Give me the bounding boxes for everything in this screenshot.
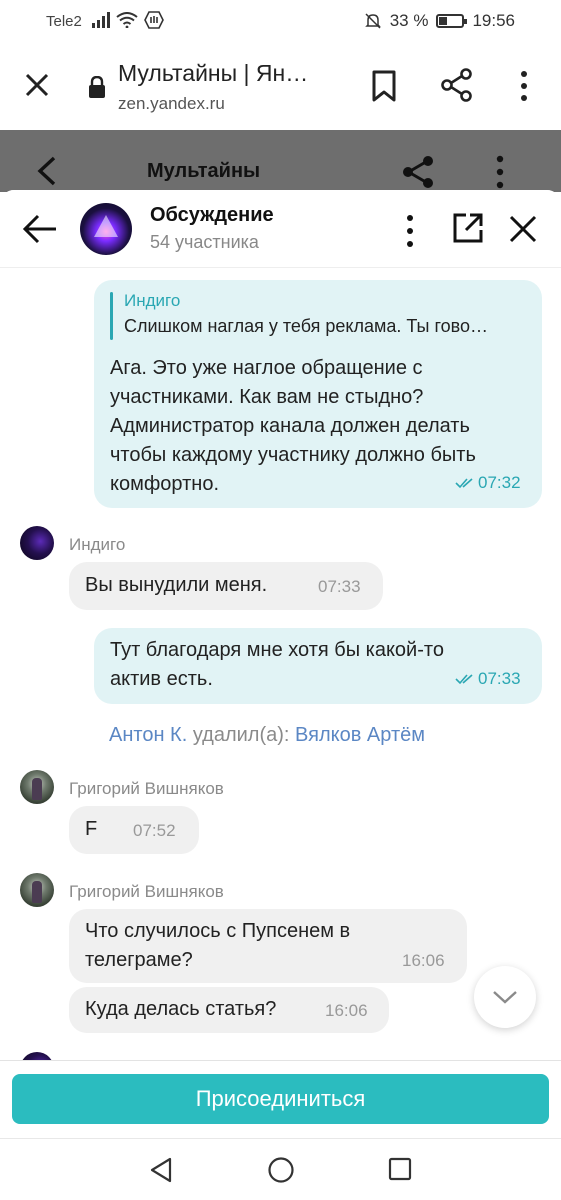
chat-avatar[interactable]	[80, 203, 132, 255]
nav-home-icon[interactable]	[267, 1156, 295, 1184]
quote-author: Индиго	[124, 291, 181, 310]
battery-icon	[436, 14, 468, 28]
message-time: 07:33	[318, 577, 361, 596]
close-icon[interactable]	[22, 70, 52, 100]
message-outgoing[interactable]: Индиго Слишком наглая у тебя реклама. Ты…	[94, 280, 542, 508]
double-check-icon	[455, 674, 473, 685]
quote-bar	[110, 292, 113, 340]
message-line: участниками. Как вам не стыдно?	[110, 386, 424, 408]
nav-back-icon[interactable]	[148, 1157, 174, 1183]
status-bar: Tele2 33 % 19:56	[0, 0, 561, 42]
page-header: Мультайны	[0, 130, 561, 192]
bookmark-icon[interactable]	[370, 70, 398, 102]
bell-muted-icon	[364, 13, 381, 29]
browser-page-title[interactable]: Мультайны | Ян…	[118, 60, 308, 87]
close-icon[interactable]	[508, 214, 538, 244]
signal-icon	[92, 12, 110, 28]
message-text: Ага. Это уже наглое обращение с участник…	[110, 354, 476, 499]
message-incoming[interactable]: Вы вынудили меня. 07:33	[69, 562, 383, 610]
battery-fill	[439, 17, 447, 25]
share-icon[interactable]	[440, 68, 474, 102]
join-button[interactable]: Присоединиться	[12, 1074, 549, 1124]
quote-text[interactable]: Слишком наглая у тебя реклама. Ты гово…	[124, 316, 532, 337]
clock: 19:56	[472, 11, 515, 30]
nav-recent-apps-icon[interactable]	[388, 1157, 412, 1181]
browser-url[interactable]: zen.yandex.ru	[118, 94, 225, 114]
message-time-text: 07:33	[478, 669, 521, 688]
carrier-label: Tele2	[46, 13, 82, 30]
wifi-icon	[116, 12, 138, 28]
message-text: Куда делась статья?	[85, 998, 277, 1020]
chat-panel: Обсуждение 54 участника Индиго Слишком н…	[0, 190, 561, 1200]
double-check-icon	[455, 478, 473, 489]
message-line: Администратор канала должен делать	[110, 415, 470, 437]
message-line: Ага. Это уже наглое обращение с	[110, 357, 423, 379]
share-icon[interactable]	[400, 154, 436, 190]
sender-name[interactable]: Григорий Вишняков	[69, 779, 224, 799]
message-time: 07:52	[133, 821, 176, 840]
open-external-icon[interactable]	[452, 212, 484, 244]
system-message: Антон К. удалил(а): Вялков Артём	[109, 724, 425, 747]
message-time: 16:06	[325, 1001, 368, 1020]
status-right: 33 % 19:56	[364, 11, 515, 31]
arrow-left-icon[interactable]	[22, 212, 58, 246]
message-time: 07:32	[455, 473, 521, 493]
lock-icon	[89, 76, 105, 98]
message-outgoing[interactable]: Тут благодаря мне хотя бы какой-то актив…	[94, 628, 542, 704]
message-time-text: 07:32	[478, 473, 521, 492]
message-incoming[interactable]: F 07:52	[69, 806, 199, 854]
scroll-down-button[interactable]	[474, 966, 536, 1028]
join-area: Присоединиться	[0, 1060, 561, 1140]
avatar[interactable]	[20, 873, 54, 907]
message-incoming[interactable]: Куда делась статья? 16:06	[69, 987, 389, 1033]
chat-header: Обсуждение 54 участника	[0, 190, 561, 268]
system-target-link[interactable]: Вялков Артём	[295, 724, 425, 746]
more-vertical-icon[interactable]	[400, 214, 420, 248]
message-time: 16:06	[402, 951, 445, 970]
message-line: комфортно.	[110, 473, 219, 495]
more-vertical-icon[interactable]	[514, 70, 534, 102]
message-line: Тут благодаря мне хотя бы какой-то	[110, 639, 444, 661]
message-line: актив есть.	[110, 668, 213, 690]
browser-toolbar: Мультайны | Ян… zen.yandex.ru	[0, 42, 561, 130]
message-time: 07:33	[455, 669, 521, 689]
sender-name[interactable]: Григорий Вишняков	[69, 882, 224, 902]
status-icons	[92, 11, 164, 29]
chevron-down-icon	[493, 991, 517, 1004]
message-text: Что случилось с Пупсенем в телеграме?	[85, 917, 350, 975]
more-vertical-icon[interactable]	[490, 154, 510, 190]
sender-name[interactable]: Индиго	[69, 535, 125, 555]
avatar[interactable]	[20, 526, 54, 560]
message-line: Что случилось с Пупсенем в	[85, 920, 351, 942]
message-text: F	[85, 818, 98, 840]
avatar[interactable]	[20, 770, 54, 804]
message-line: чтобы каждому участнику должно быть	[110, 444, 476, 466]
back-chevron-icon[interactable]	[34, 154, 60, 188]
message-incoming[interactable]: Что случилось с Пупсенем в телеграме? 16…	[69, 909, 467, 983]
chat-title: Обсуждение	[150, 204, 274, 226]
hand-icon	[144, 11, 164, 29]
system-nav-bar	[0, 1138, 561, 1200]
message-text: Вы вынудили меня.	[85, 574, 268, 596]
message-line: телеграме?	[85, 949, 193, 971]
system-actor-link[interactable]: Антон К.	[109, 724, 187, 746]
message-text: Тут благодаря мне хотя бы какой-то актив…	[110, 636, 444, 694]
chat-members-count[interactable]: 54 участника	[150, 232, 259, 253]
battery-percent: 33 %	[389, 11, 429, 30]
page-header-title: Мультайны	[147, 160, 261, 182]
system-action: удалил(а):	[187, 724, 296, 746]
